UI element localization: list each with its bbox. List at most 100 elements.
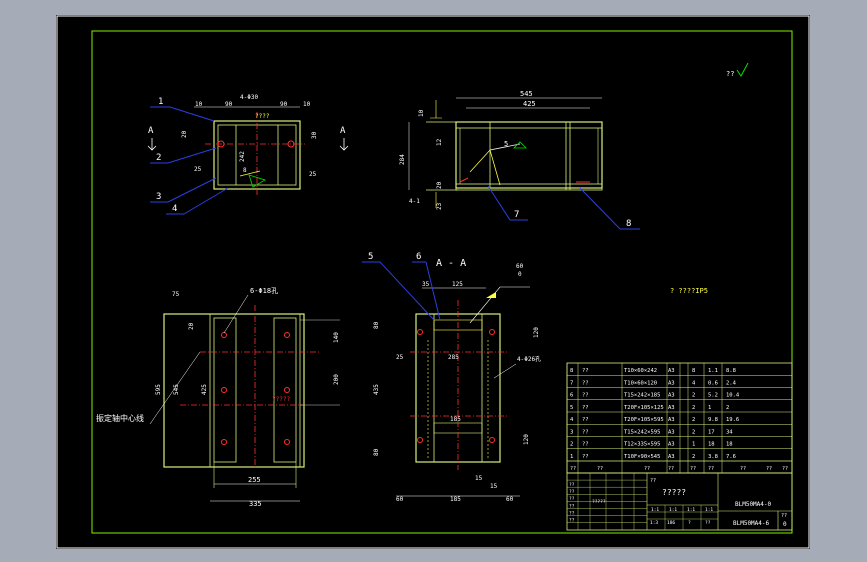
tb-right-b: 0 [783, 521, 787, 528]
bom-cell-w2: 10.4 [726, 393, 740, 399]
drawing-canvas: ?? 10 90 4-Φ30 90 10 20 30 25 242 25 ???… [56, 15, 810, 549]
tb-left-label: ?? [569, 503, 575, 509]
bom-table: 8?? T10×60×242 A3 8 1.1 8.8 7?? T10×60×120 A3 4 0.… [566, 362, 793, 474]
top-view: 10 90 4-Φ30 90 10 20 30 25 242 25 ???? 8… [147, 94, 349, 215]
bom-cell-spec: T20F×105×125 [624, 405, 664, 411]
bom-header-cell: ?? [644, 466, 650, 472]
bom-cell-w2: 2.4 [726, 380, 737, 386]
front-view: 545 425 10 12 284 20 23 5 4-1 7 8 [399, 90, 640, 230]
bom-cell-w1: 9.8 [708, 417, 718, 423]
tb-s2: ? [688, 520, 691, 526]
tb-left-label: ?? [569, 482, 575, 488]
tb-right-a: ?? [781, 513, 787, 519]
leader-3: 3 [150, 177, 217, 203]
leader-8: 8 [579, 187, 640, 230]
dim-10b: 10 [303, 101, 311, 108]
outer-frame [56, 15, 810, 549]
bom-cell-qty: 2 [692, 393, 695, 399]
bom-row: 4?? T20F×105×595 A3 2 9.8 19.6 [567, 417, 792, 425]
bom-cell-spec: T10×60×242 [624, 368, 657, 374]
dim-20b: 20 [436, 181, 443, 189]
dim-284: 284 [399, 154, 406, 165]
bom-cell-no: 4 [570, 417, 574, 423]
dim-holes: 4-Φ30 [240, 94, 258, 101]
plan-view: 255 335 75 595 545 425 20 140 200 6-Φ18孔… [96, 287, 340, 508]
bom-cell-mat: A3 [668, 429, 675, 435]
section-mark-right: A [340, 126, 346, 136]
dim-125: 125 [452, 281, 463, 288]
bom-cell-qty: 1 [692, 442, 695, 448]
dim-285: 285 [448, 354, 459, 361]
bom-header-cell: ?? [782, 466, 788, 472]
bom-row: 3?? T15×242×595 A3 2 17 34 [567, 429, 792, 437]
dim-255: 255 [248, 476, 261, 484]
dim-120b: 120 [523, 434, 530, 445]
leader-2: 2 [150, 147, 217, 164]
centerline-note: ????? [272, 396, 290, 403]
bom-cell-qty: 2 [692, 405, 695, 411]
balloon-3: 3 [156, 192, 161, 202]
bom-cell-no: 7 [570, 380, 573, 386]
bom-cell-no: 8 [570, 368, 573, 374]
bom-row: 7?? T10×60×120 A3 4 0.6 2.4 [567, 380, 792, 388]
bom-cell-qty: 2 [692, 454, 695, 460]
tb-s0: 1:3 [650, 520, 658, 526]
dim-120a: 120 [533, 327, 540, 338]
bom-cell-spec: T10×60×120 [624, 380, 657, 386]
section-title: A - A [436, 258, 466, 269]
bom-cell-name: ?? [582, 380, 589, 386]
tb-s3: ?? [705, 520, 711, 526]
bom-cell-spec: T15×242×185 [624, 393, 660, 399]
bom-row: 8?? T10×60×242 A3 8 1.1 8.8 [567, 368, 792, 376]
tb-left-label: ?? [569, 496, 575, 502]
tb-q1: 1:1 [669, 507, 677, 513]
dim-425: 425 [523, 100, 536, 108]
weld-size: 60 [516, 263, 524, 270]
dim-25c: 25 [396, 354, 404, 361]
bom-header-cell: ?? [570, 466, 576, 472]
tb-s1: 186 [667, 520, 675, 526]
weld-num: 8 [243, 167, 247, 174]
bom-cell-qty: 2 [692, 417, 695, 423]
bom-cell-name: ?? [582, 429, 589, 435]
code-top: BLM50MA4-0 [735, 501, 772, 508]
bom-cell-qty: 8 [692, 368, 695, 374]
bom-row: 1?? T10F×90×545 A3 2 3.8 7.6 [567, 454, 792, 462]
weld-label: 4-1 [409, 198, 420, 205]
dim-15b: 15 [490, 483, 498, 490]
balloon-6: 6 [416, 252, 421, 262]
bom-cell-no: 2 [570, 442, 573, 448]
balloon-8: 8 [626, 219, 631, 229]
dim-140: 140 [333, 332, 340, 343]
cad-viewport[interactable]: ?? 10 90 4-Φ30 90 10 20 30 25 242 25 ???… [0, 0, 867, 562]
bom-cell-spec: T10F×90×545 [624, 454, 660, 460]
bom-cell-no: 3 [570, 429, 573, 435]
bom-cell-name: ?? [582, 454, 589, 460]
section-view: A - A 35 125 80 285 25 435 185 80 15 60 … [362, 252, 541, 503]
bom-cell-w1: 3.8 [708, 454, 718, 460]
bom-cell-qty: 4 [692, 380, 696, 386]
code-bottom: BLM50MA4-6 [733, 520, 770, 527]
bom-cell-mat: A3 [668, 405, 675, 411]
bom-cell-w2: 19.6 [726, 417, 739, 423]
dim-35: 35 [422, 281, 430, 288]
bom-cell-w1: 17 [708, 429, 715, 435]
dim-90a: 90 [225, 101, 233, 108]
bom-cell-mat: A3 [668, 442, 675, 448]
bom-cell-mat: A3 [668, 417, 675, 423]
dim-12: 12 [436, 138, 443, 146]
bom-cell-w1: 0.6 [708, 380, 718, 386]
balloon-2: 2 [156, 153, 161, 163]
dim-335: 335 [249, 500, 262, 508]
dim-435: 435 [373, 384, 380, 395]
bom-header-cell: ?? [708, 466, 714, 472]
section-mark-left: A [148, 126, 154, 136]
weld-5: 5 [504, 140, 508, 148]
section-holes: 4-Φ26孔 [517, 355, 541, 363]
bom-cell-w1: 1.1 [708, 368, 718, 374]
bom-cell-no: 1 [570, 454, 573, 460]
bom-header-cell: ?? [690, 466, 696, 472]
bom-cell-name: ?? [582, 417, 589, 423]
bom-cell-mat: A3 [668, 393, 675, 399]
balloon-5: 5 [368, 252, 373, 262]
